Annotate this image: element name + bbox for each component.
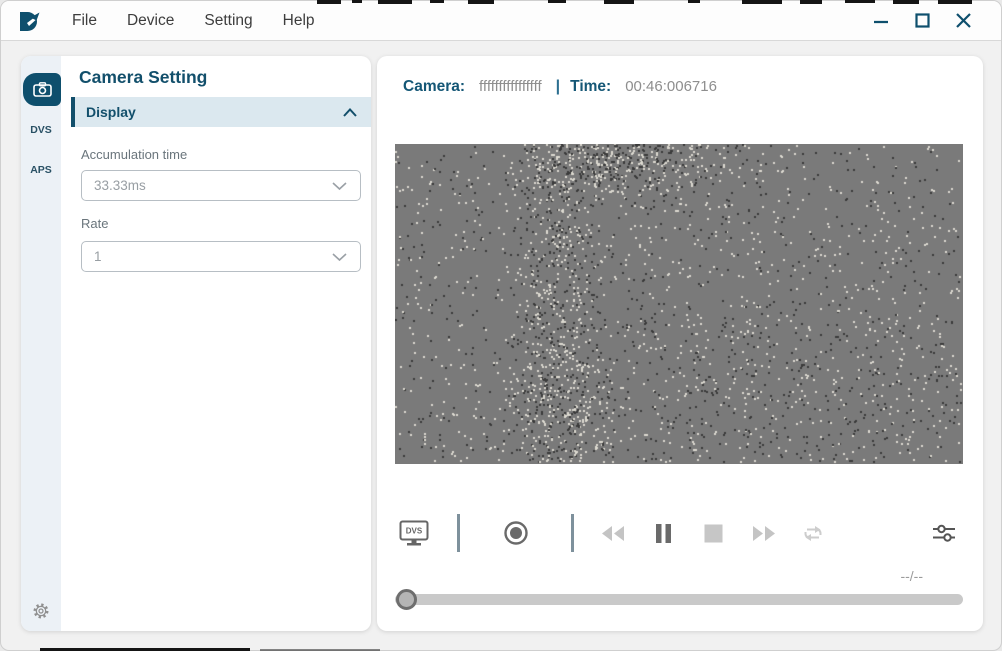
rate-select[interactable]: 1 — [81, 241, 361, 272]
accumulation-time-value: 33.33ms — [94, 178, 146, 193]
settings-title: Camera Setting — [79, 67, 208, 87]
chevron-down-icon — [332, 181, 347, 190]
camera-label: Camera: — [403, 78, 466, 95]
header-separator: | — [555, 78, 561, 95]
accumulation-time-select[interactable]: 33.33ms — [81, 170, 361, 201]
loop-icon — [804, 525, 822, 541]
app-logo-icon — [20, 11, 40, 31]
pause-button[interactable] — [641, 514, 685, 552]
rate-value: 1 — [94, 249, 102, 264]
controls-divider — [571, 514, 574, 552]
rewind-button[interactable] — [591, 514, 635, 552]
record-button[interactable] — [494, 514, 538, 552]
record-icon — [504, 521, 528, 545]
sidebar-tab-camera[interactable] — [23, 73, 61, 106]
menu-bar: File Device Setting Help — [1, 1, 1001, 41]
svg-text:DVS: DVS — [406, 527, 423, 536]
fast-forward-button[interactable] — [742, 514, 786, 552]
playback-slider[interactable] — [395, 589, 963, 610]
chevron-up-icon — [343, 107, 357, 117]
loop-button[interactable] — [791, 514, 835, 552]
viewer-header: Camera: ffffffffffffffff | Time: 00:46:0… — [403, 78, 717, 96]
display-section-label: Display — [86, 104, 136, 120]
sidebar-tab-aps[interactable]: APS — [21, 164, 61, 176]
dvs-display-button[interactable]: DVS — [392, 514, 436, 552]
time-value: 00:46:006716 — [625, 78, 717, 95]
close-icon — [956, 12, 971, 28]
camera-icon — [32, 82, 52, 97]
window-controls — [870, 9, 1001, 33]
dvs-video-frame — [395, 144, 963, 464]
time-label: Time: — [570, 78, 612, 95]
app-window: File Device Setting Help DVS APS Camera … — [0, 0, 1002, 651]
fast-forward-icon — [753, 525, 775, 541]
sidebar: DVS APS — [21, 56, 61, 631]
menu-file[interactable]: File — [61, 6, 108, 36]
display-section-header[interactable]: Display — [71, 97, 371, 127]
menu-device[interactable]: Device — [116, 6, 185, 36]
viewer-card: Camera: ffffffffffffffff | Time: 00:46:0… — [377, 56, 983, 631]
playback-slider-thumb[interactable] — [396, 589, 417, 610]
menu-help[interactable]: Help — [272, 6, 326, 36]
tune-button[interactable] — [922, 514, 966, 552]
gear-icon — [33, 603, 49, 619]
tune-icon — [933, 524, 955, 542]
rate-label: Rate — [81, 216, 109, 231]
accumulation-time-label: Accumulation time — [81, 147, 188, 162]
stop-button[interactable] — [691, 514, 735, 552]
dvs-monitor-icon: DVS — [399, 520, 429, 546]
settings-card: DVS APS Camera Setting Display Accumulat… — [21, 56, 371, 631]
controls-divider — [457, 514, 460, 552]
maximize-icon — [915, 12, 930, 28]
settings-gear-button[interactable] — [21, 602, 61, 620]
minimize-icon — [874, 20, 888, 23]
stop-icon — [704, 524, 722, 542]
pause-icon — [655, 523, 671, 543]
minimize-button[interactable] — [870, 9, 894, 33]
close-button[interactable] — [952, 9, 976, 33]
menu-items: File Device Setting Help — [61, 6, 326, 36]
rewind-icon — [602, 525, 624, 541]
menu-setting[interactable]: Setting — [193, 6, 263, 36]
frame-counter: --/-- — [900, 568, 923, 584]
chevron-down-icon — [332, 252, 347, 261]
maximize-button[interactable] — [911, 9, 935, 33]
camera-id-value: ffffffffffffffff — [479, 78, 542, 95]
sidebar-tab-dvs[interactable]: DVS — [21, 124, 61, 136]
